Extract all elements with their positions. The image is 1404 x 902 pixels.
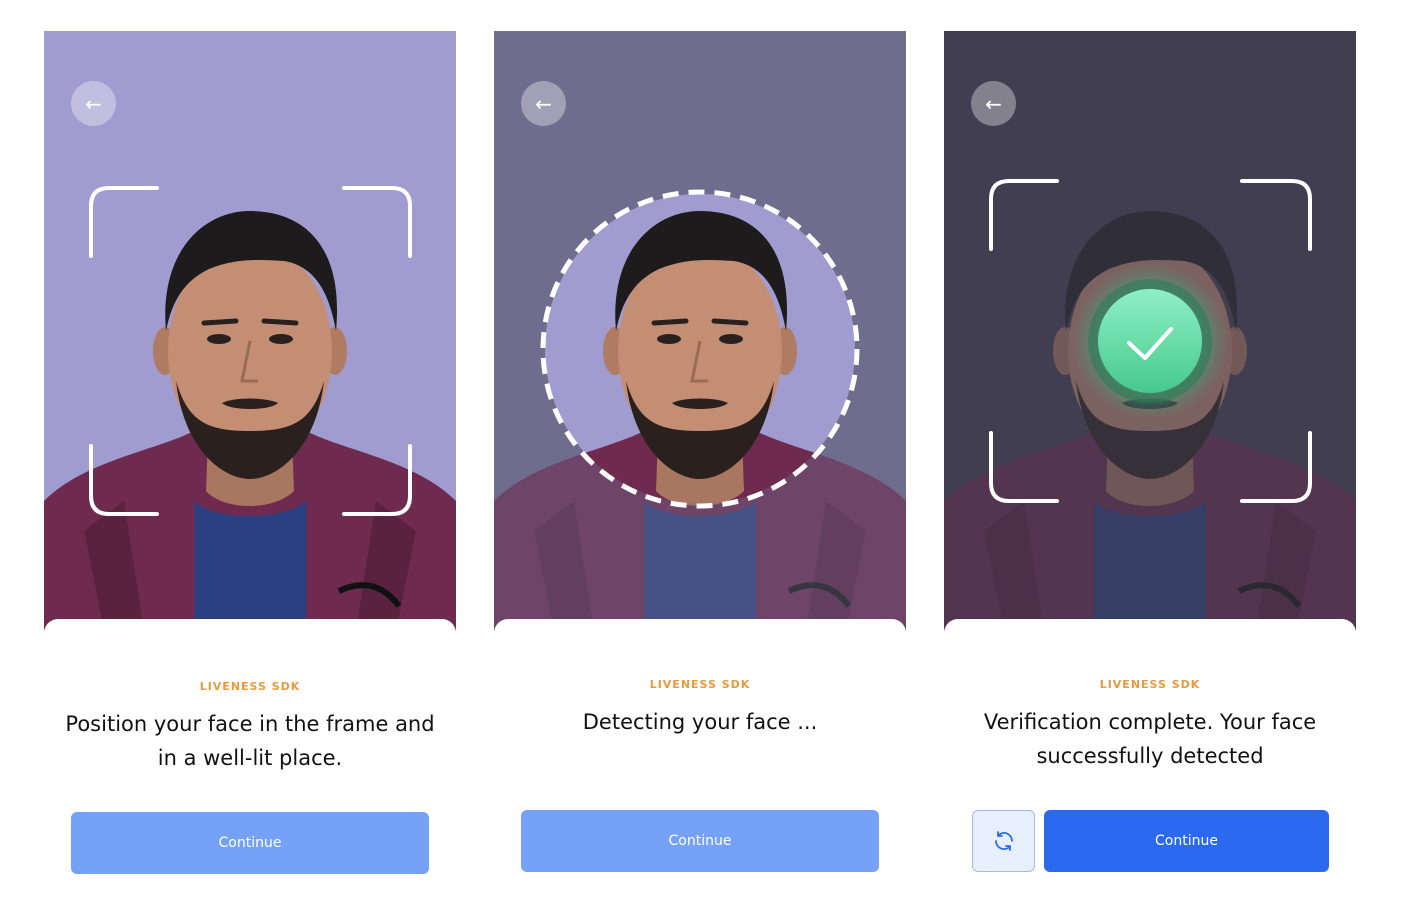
back-button[interactable]: ← — [71, 81, 116, 126]
arrow-left-icon: ← — [85, 91, 102, 116]
camera-preview: ← — [44, 31, 456, 631]
refresh-icon — [994, 831, 1013, 851]
bottom-sheet: LIVENESS SDK Position your face in the f… — [44, 619, 456, 902]
sdk-label: LIVENESS SDK — [1099, 678, 1201, 691]
sdk-label: LIVENESS SDK — [649, 678, 751, 691]
result-text: Verification complete. Your face success… — [983, 710, 1317, 768]
camera-preview: ← — [944, 31, 1356, 631]
continue-button[interactable]: Continue — [521, 810, 879, 872]
continue-button[interactable]: Continue — [1044, 810, 1329, 872]
back-button[interactable]: ← — [971, 81, 1016, 126]
camera-preview: ← — [494, 31, 906, 631]
bottom-sheet: LIVENESS SDK Verification complete. Your… — [944, 619, 1356, 902]
continue-button[interactable]: Continue — [71, 812, 429, 874]
screen-detecting-face: ← LIVENESS SDK Detecting your face ... C… — [494, 31, 906, 902]
arrow-left-icon: ← — [535, 91, 552, 116]
screen-position-face: ← LIVENESS SDK Position your face in the… — [44, 31, 456, 902]
retry-button[interactable] — [972, 810, 1035, 872]
back-button[interactable]: ← — [521, 81, 566, 126]
bottom-sheet: LIVENESS SDK Detecting your face ... Con… — [494, 619, 906, 902]
sdk-label: LIVENESS SDK — [199, 680, 301, 693]
arrow-left-icon: ← — [985, 91, 1002, 116]
screen-verification-complete: ← LIVENESS SDK Verification complete. Yo… — [944, 31, 1356, 902]
status-text: Detecting your face ... — [582, 710, 818, 734]
instruction-text: Position your face in the frame and in a… — [65, 712, 435, 770]
